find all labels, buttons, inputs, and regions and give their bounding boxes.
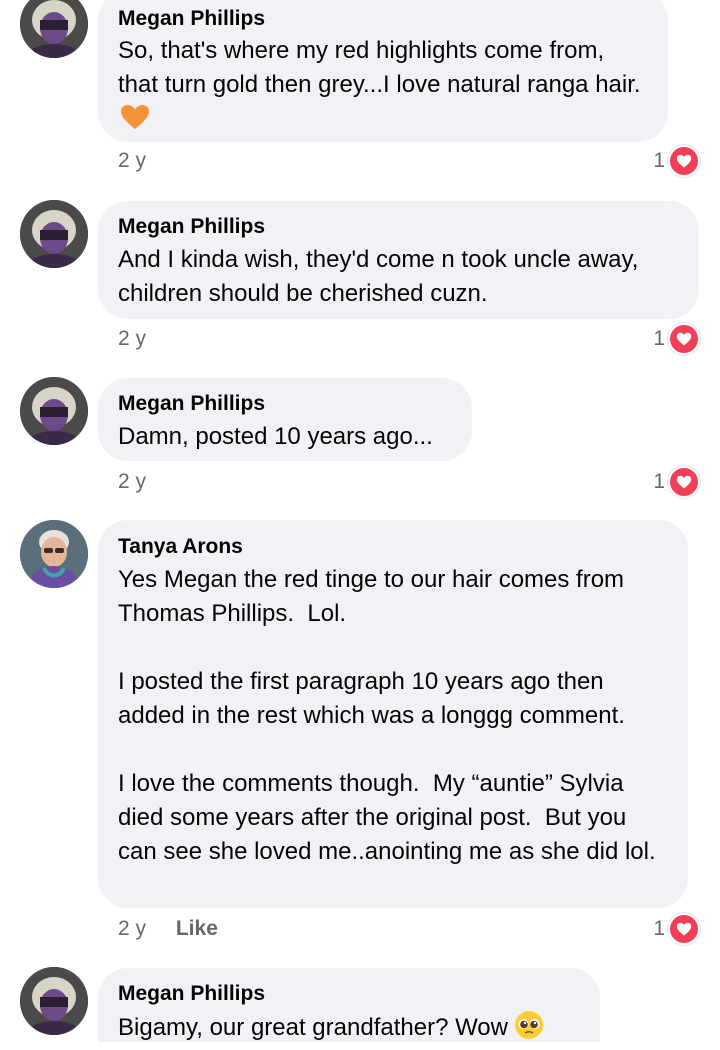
comment-time[interactable]: 2 y [118,917,146,940]
comment-meta: 2 y [118,146,146,176]
avatar[interactable] [20,967,88,1035]
avatar[interactable] [20,200,88,268]
avatar-image [20,377,88,445]
comment-text: And I kinda wish, they'd come n took unc… [118,246,646,307]
reaction-summary[interactable]: 1 [653,145,700,177]
comment-meta: 2 y [118,324,146,354]
comment-meta: 2 y [118,467,146,497]
avatar[interactable] [20,377,88,445]
love-icon [668,323,700,355]
comment-text: So, that's where my red highlights come … [118,34,648,140]
avatar-image [20,0,88,58]
avatar-image [20,520,88,588]
love-icon [668,466,700,498]
comment-text: Bigamy, our great grandfather? Wow [118,1010,580,1050]
comment-text: Yes Megan the red tinge to our hair come… [118,566,656,865]
comment-bubble[interactable]: Megan Phillips Bigamy, our great grandfa… [98,968,600,1042]
reaction-summary[interactable]: 1 [653,323,700,355]
comment-time[interactable]: 2 y [118,470,146,493]
reaction-count: 1 [653,470,665,493]
comment-meta: 2 y Like [118,914,218,944]
reaction-count: 1 [653,327,665,350]
avatar-image [20,200,88,268]
reaction-count: 1 [653,917,665,940]
avatar[interactable] [20,0,88,58]
comment-bubble[interactable]: Megan Phillips And I kinda wish, they'd … [98,201,699,319]
reaction-summary[interactable]: 1 [653,913,700,945]
love-icon [668,145,700,177]
comment-author[interactable]: Megan Phillips [118,214,679,240]
comment-bubble[interactable]: Megan Phillips So, that's where my red h… [98,0,668,142]
orange-heart-icon [120,104,150,140]
avatar[interactable] [20,520,88,588]
comment-author[interactable]: Tanya Arons [118,534,668,560]
pleading-face-icon [514,1010,544,1050]
comment-author[interactable]: Megan Phillips [118,391,452,417]
comment-author[interactable]: Megan Phillips [118,6,648,32]
comment-text: Damn, posted 10 years ago... [118,423,433,450]
reaction-count: 1 [653,149,665,172]
like-button[interactable]: Like [176,917,218,940]
comment-author[interactable]: Megan Phillips [118,981,580,1007]
reaction-summary[interactable]: 1 [653,466,700,498]
comment-bubble[interactable]: Tanya Arons Yes Megan the red tinge to o… [98,520,688,908]
comment-bubble[interactable]: Megan Phillips Damn, posted 10 years ago… [98,378,472,461]
avatar-image [20,967,88,1035]
comment-time[interactable]: 2 y [118,327,146,350]
comment-time[interactable]: 2 y [118,149,146,172]
love-icon [668,913,700,945]
